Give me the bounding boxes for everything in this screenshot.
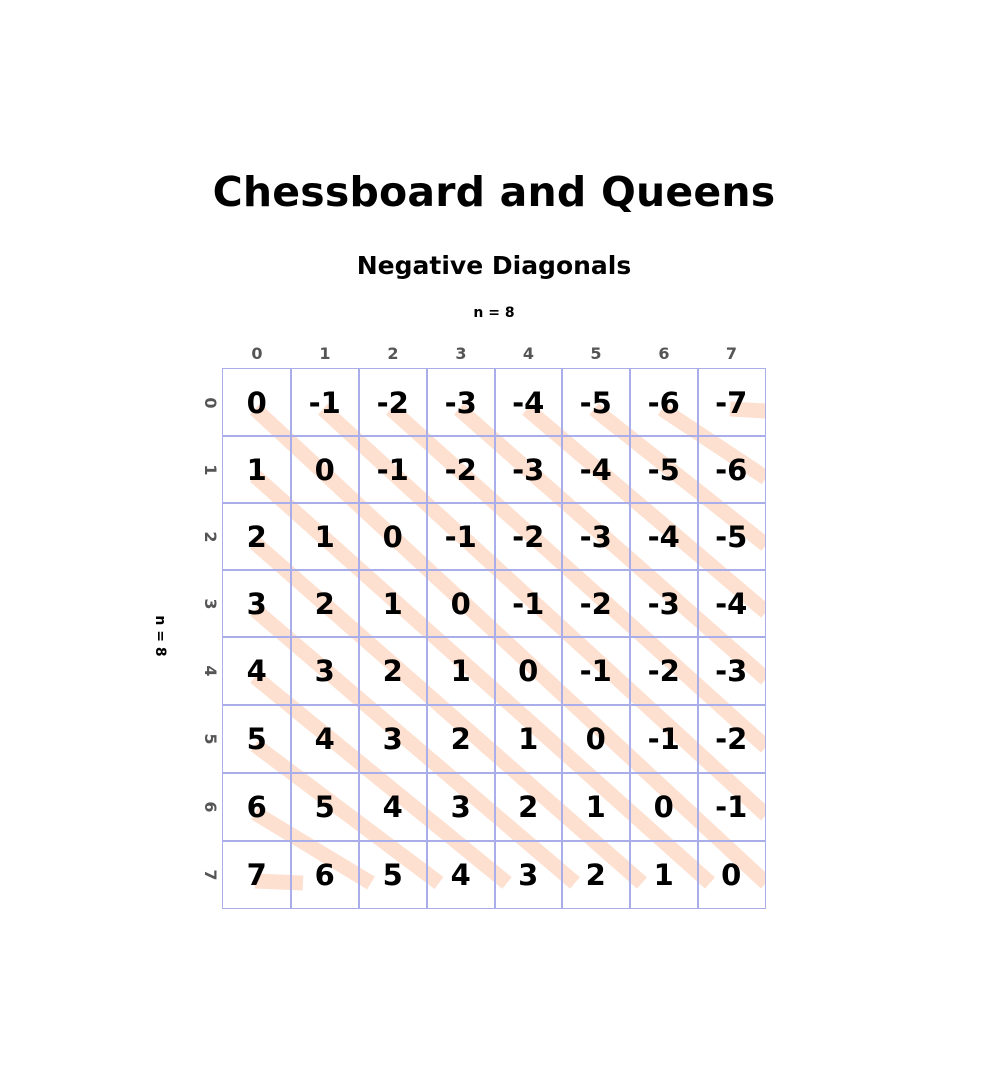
grid-cell-r1-c1: 0	[290, 435, 360, 504]
grid-cell-r3-c5: -2	[561, 569, 631, 638]
grid-cell-r3-c6: -3	[629, 569, 699, 638]
grid-cell-r6-c4: 2	[494, 772, 563, 842]
grid-cell-r0-c1: -1	[290, 368, 360, 437]
grid-cell-r7-c0: 7	[222, 840, 292, 909]
grid-cell-r4-c3: 1	[426, 636, 496, 706]
grid-cell-r2-c1: 1	[290, 502, 360, 571]
grid-cell-r1-c7: -6	[697, 435, 766, 504]
grid-cell-r1-c2: -1	[358, 435, 428, 504]
row-index-2: 2	[201, 530, 220, 543]
grid-cell-r6-c5: 1	[561, 772, 631, 842]
row-index-1: 1	[201, 463, 220, 476]
grid-cell-r6-c7: -1	[697, 772, 766, 842]
row-index-0: 0	[201, 396, 220, 409]
row-index-3: 3	[201, 597, 220, 610]
column-index-7: 7	[725, 344, 738, 363]
column-index-0: 0	[251, 344, 263, 363]
n-label-side: n = 8	[152, 615, 168, 657]
grid-cell-r7-c2: 5	[358, 840, 428, 909]
grid-cell-r2-c6: -4	[629, 502, 699, 571]
grid-cell-r2-c0: 2	[222, 502, 292, 571]
grid-cell-r4-c0: 4	[222, 636, 292, 706]
grid-cell-r7-c6: 1	[629, 840, 699, 909]
row-index-7: 7	[201, 868, 220, 881]
grid-cell-r5-c1: 4	[290, 704, 360, 774]
grid-cell-r7-c5: 2	[561, 840, 631, 909]
row-index-5: 5	[201, 733, 220, 745]
grid-cell-r3-c4: -1	[494, 569, 563, 638]
grid-cell-r5-c2: 3	[358, 704, 428, 774]
grid-cell-r1-c5: -4	[561, 435, 631, 504]
grid-cell-r5-c3: 2	[426, 704, 496, 774]
grid-cell-r4-c7: -3	[697, 636, 766, 706]
grid-cell-r5-c0: 5	[222, 704, 292, 774]
column-index-3: 3	[455, 344, 467, 363]
grid-cell-r1-c6: -5	[629, 435, 699, 504]
grid-cell-r3-c7: -4	[697, 569, 766, 638]
grid-cell-r0-c2: -2	[358, 368, 428, 437]
row-index-6: 6	[201, 801, 220, 813]
grid-cell-r0-c7: -7	[697, 368, 766, 437]
grid-cell-r3-c0: 3	[222, 569, 292, 638]
grid-cell-r2-c3: -1	[426, 502, 496, 571]
grid-cell-r6-c1: 5	[290, 772, 360, 842]
grid-cell-r0-c6: -6	[629, 368, 699, 437]
grid-cell-r7-c3: 4	[426, 840, 496, 909]
grid-cell-r0-c3: -3	[426, 368, 496, 437]
grid-cell-r2-c2: 0	[358, 502, 428, 571]
grid-cell-r4-c5: -1	[561, 636, 631, 706]
grid-cell-r7-c7: 0	[697, 840, 766, 909]
grid-cell-r0-c4: -4	[494, 368, 563, 437]
grid-cell-r3-c1: 2	[290, 569, 360, 638]
grid-cell-r6-c0: 6	[222, 772, 292, 842]
grid-cell-r7-c4: 3	[494, 840, 563, 909]
column-index-1: 1	[319, 344, 331, 363]
grid-cell-r0-c0: 0	[222, 368, 292, 437]
grid-cell-r4-c4: 0	[494, 636, 563, 706]
grid-cell-r5-c6: -1	[629, 704, 699, 774]
grid-cell-r2-c5: -3	[561, 502, 631, 571]
grid-cell-r1-c4: -3	[494, 435, 563, 504]
column-index-2: 2	[387, 344, 399, 363]
column-index-5: 5	[590, 344, 602, 363]
grid-cell-r7-c1: 6	[290, 840, 360, 909]
grid-cell-r1-c0: 1	[222, 435, 292, 504]
grid-cell-r6-c3: 3	[426, 772, 496, 842]
chessboard-grid: 0 -1 -2 -3 -4 -5 -6 -7 1 0 -1 -2 -3 -4 -5 -6 2 1 0 -1 -2 -3 -4…	[222, 368, 766, 909]
grid-cell-r3-c3: 0	[426, 569, 496, 638]
diagram-subtitle: Negative Diagonals	[356, 251, 632, 280]
grid-cell-r3-c2: 1	[358, 569, 428, 638]
grid-cell-r2-c7: -5	[697, 502, 766, 571]
grid-cell-r4-c6: -2	[629, 636, 699, 706]
page-title: Chessboard and Queens	[212, 168, 776, 216]
grid-cell-r4-c1: 3	[290, 636, 360, 706]
grid-cell-r2-c4: -2	[494, 502, 563, 571]
grid-cell-r1-c3: -2	[426, 435, 496, 504]
grid-cell-r6-c2: 4	[358, 772, 428, 842]
row-index-4: 4	[201, 665, 220, 677]
grid-cell-r0-c5: -5	[561, 368, 631, 437]
grid-cell-r5-c7: -2	[697, 704, 766, 774]
grid-cell-r5-c5: 0	[561, 704, 631, 774]
n-label-top: n = 8	[473, 305, 515, 321]
grid-cell-r5-c4: 1	[494, 704, 563, 774]
column-index-6: 6	[658, 344, 670, 363]
grid-cell-r6-c6: 0	[629, 772, 699, 842]
grid-cell-r4-c2: 2	[358, 636, 428, 706]
column-index-4: 4	[522, 344, 535, 363]
